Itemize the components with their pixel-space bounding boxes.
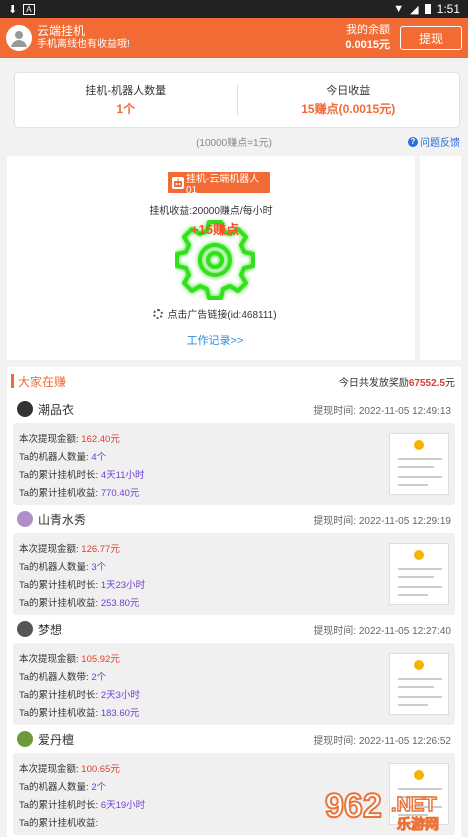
entry-details: 本次提现金额: 105.92元 Ta的机器人数带: 2个 Ta的累计挂机时长: … bbox=[13, 643, 455, 725]
robot-tag: 挂机-云端机器人01 bbox=[168, 172, 270, 196]
app-header: 云端挂机 手机离线也有收益哦! 我的余额 0.0015元 提现 bbox=[0, 18, 468, 58]
receipt-thumbnail[interactable] bbox=[389, 433, 449, 495]
user-name: 梦想 bbox=[38, 622, 63, 637]
status-bar: ⬇ A ▼ ◢ 1:51 bbox=[0, 0, 468, 18]
page-title: 云端挂机 bbox=[37, 24, 86, 38]
work-log-link[interactable]: 工作记录>> bbox=[7, 332, 423, 348]
withdraw-time: 提现时间: 2022-11-05 12:49:13 bbox=[313, 405, 451, 417]
avatar bbox=[17, 731, 33, 747]
notification-icon: A bbox=[23, 3, 35, 15]
battery-icon bbox=[424, 4, 431, 14]
balance-label: 我的余额 bbox=[346, 24, 390, 36]
entry-details: 本次提现金额: 162.40元 Ta的机器人数量: 4个 Ta的累计挂机时长: … bbox=[13, 423, 455, 505]
robot-card-next[interactable] bbox=[420, 156, 461, 360]
page-subtitle: 手机离线也有收益哦! bbox=[37, 39, 130, 50]
list-item: 潮品衣 提现时间: 2022-11-05 12:49:13 本次提现金额: 16… bbox=[7, 395, 461, 505]
withdraw-time: 提现时间: 2022-11-05 12:26:52 bbox=[313, 735, 451, 747]
withdraw-button[interactable]: 提现 bbox=[400, 26, 462, 50]
list-item: 梦想 提现时间: 2022-11-05 12:27:40 本次提现金额: 105… bbox=[7, 615, 461, 725]
withdraw-time: 提现时间: 2022-11-05 12:29:19 bbox=[313, 515, 451, 527]
today-income-label: 今日收益 bbox=[326, 85, 371, 97]
avatar[interactable] bbox=[6, 25, 32, 51]
robot-carousel[interactable]: 挂机-云端机器人01 挂机收益:20000赚点/每小时 +15赚点 点击广告链接… bbox=[0, 156, 468, 360]
feedback-label: 问题反馈 bbox=[420, 138, 460, 149]
user-name: 山青水秀 bbox=[38, 512, 87, 527]
balance: 我的余额 0.0015元 bbox=[345, 23, 390, 53]
stats-card: 挂机-机器人数量 1个 今日收益 15赚点(0.0015元) bbox=[14, 72, 460, 128]
user-name: 爱丹檀 bbox=[38, 732, 75, 747]
watermark-text: 962 bbox=[325, 787, 382, 825]
receipt-thumbnail[interactable] bbox=[389, 543, 449, 605]
robot-card: 挂机-云端机器人01 挂机收益:20000赚点/每小时 +15赚点 点击广告链接… bbox=[7, 156, 415, 360]
balance-value: 0.0015元 bbox=[345, 39, 390, 51]
withdraw-time: 提现时间: 2022-11-05 12:27:40 bbox=[313, 625, 451, 637]
today-income-value: 15赚点(0.0015元) bbox=[301, 102, 396, 116]
watermark-logo: 962 .NET 乐游网 bbox=[324, 786, 440, 833]
watermark-sub: .NET bbox=[391, 794, 437, 816]
watermark-cn: 乐游网 bbox=[397, 816, 439, 833]
ad-link[interactable]: 点击广告链接(id:468111) bbox=[7, 306, 423, 321]
feed-total-value: 67552.5 bbox=[408, 377, 445, 389]
download-icon: ⬇ bbox=[8, 3, 18, 16]
robots-count-value: 1个 bbox=[116, 102, 136, 116]
feedback-link[interactable]: ? 问题反馈 bbox=[408, 134, 460, 149]
question-icon: ? bbox=[408, 136, 418, 147]
robot-income: 挂机收益:20000赚点/每小时 bbox=[149, 206, 273, 217]
entry-details: 本次提现金额: 126.77元 Ta的机器人数量: 3个 Ta的累计挂机时长: … bbox=[13, 533, 455, 615]
clock: 1:51 bbox=[436, 2, 460, 16]
accent-bar bbox=[11, 374, 14, 388]
robot-icon bbox=[172, 176, 184, 189]
earnings-feed: 大家在赚 今日共发放奖励67552.5元 潮品衣 提现时间: 2022-11-0… bbox=[7, 367, 461, 837]
rate-row: (10000赚点=1元) ? 问题反馈 bbox=[0, 128, 468, 154]
list-item: 山青水秀 提现时间: 2022-11-05 12:29:19 本次提现金额: 1… bbox=[7, 505, 461, 615]
robots-count-label: 挂机-机器人数量 bbox=[85, 85, 167, 97]
avatar bbox=[17, 401, 33, 417]
ad-link-label: 点击广告链接(id:468111) bbox=[167, 310, 277, 321]
avatar bbox=[17, 511, 33, 527]
signal-icon: ◢ bbox=[410, 3, 419, 16]
feed-header: 大家在赚 今日共发放奖励67552.5元 bbox=[7, 367, 461, 395]
wifi-icon: ▼ bbox=[393, 3, 405, 15]
earn-float: +15赚点 bbox=[190, 222, 240, 237]
feed-total: 今日共发放奖励67552.5元 bbox=[339, 374, 455, 389]
feed-title: 大家在赚 bbox=[18, 374, 67, 389]
avatar bbox=[17, 621, 33, 637]
robot-tag-label: 挂机-云端机器人01 bbox=[185, 173, 260, 196]
feed-total-unit: 元 bbox=[445, 377, 455, 389]
user-name: 潮品衣 bbox=[38, 402, 75, 417]
loading-icon bbox=[153, 308, 164, 319]
rate-note: (10000赚点=1元) bbox=[196, 137, 272, 149]
receipt-thumbnail[interactable] bbox=[389, 653, 449, 715]
feed-total-label: 今日共发放奖励 bbox=[338, 377, 409, 389]
